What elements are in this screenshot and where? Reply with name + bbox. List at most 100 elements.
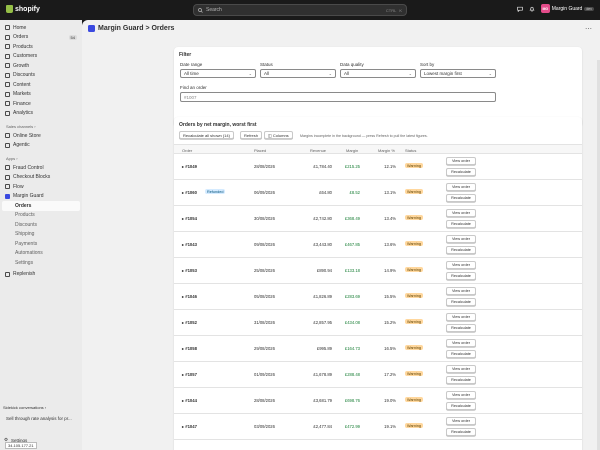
col-margin-pct[interactable]: Margin % — [378, 148, 395, 153]
sidebar-item-customers[interactable]: Customers — [2, 52, 80, 62]
sort-select[interactable]: Lowest margin first ⌄ — [420, 69, 496, 78]
col-placed[interactable]: Placed — [254, 148, 266, 153]
sidebar-item-checkout-blocks[interactable]: Checkout Blocks — [2, 173, 80, 183]
table-row: ▸ #1047 03/09/2026 £2,477.84 £472.99 19.1% Wa… — [174, 414, 582, 440]
analytics-icon — [5, 110, 10, 116]
sidebar-item-orders[interactable]: Orders 54 — [2, 33, 80, 43]
store-switcher[interactable]: MG Margin Guard dev — [540, 4, 594, 13]
order-link[interactable]: ▸ #1044 — [182, 398, 197, 403]
order-link[interactable]: ▸ #1053 — [182, 268, 197, 273]
col-margin[interactable]: Margin — [346, 148, 358, 153]
view-order-button[interactable]: View order — [446, 287, 476, 295]
table-row: ▸ #1046 05/08/2026 £1,826.89 £283.69 15.5% Wa… — [174, 284, 582, 310]
sidekick-conversation-item[interactable]: Sell through rate analysis for pr... — [6, 416, 72, 421]
order-link[interactable]: ▸ #1043 — [182, 242, 197, 247]
order-link[interactable]: ▸ #1047 — [182, 424, 197, 429]
sidebar-item-content[interactable]: Content — [2, 80, 80, 90]
sidebar-subitem-discounts[interactable]: Discounts — [2, 220, 80, 230]
order-link[interactable]: ▸ #1060 — [182, 190, 197, 195]
view-order-button[interactable]: View order — [446, 339, 476, 347]
sidekick-icon[interactable] — [517, 6, 523, 12]
margin-value: £467.85 — [344, 242, 360, 247]
sidebar-item-growth[interactable]: Growth — [2, 61, 80, 71]
order-link[interactable]: ▸ #1049 — [182, 164, 197, 169]
sidebar-item-margin-guard[interactable]: Margin Guard — [2, 192, 80, 202]
order-link[interactable]: ▸ #1058 — [182, 346, 197, 351]
sidebar-subitem-settings[interactable]: Settings — [2, 258, 80, 268]
recalculate-button[interactable]: Recalculate — [446, 324, 476, 332]
view-order-button[interactable]: View order — [446, 313, 476, 321]
recalculate-button[interactable]: Recalculate — [446, 376, 476, 384]
recalculate-button[interactable]: Recalculate — [446, 272, 476, 280]
sidebar-item-analytics[interactable]: Analytics — [2, 109, 80, 119]
sidebar-item-flow[interactable]: Flow — [2, 182, 80, 192]
content-icon — [5, 82, 10, 88]
recalculate-button[interactable]: Recalculate — [446, 350, 476, 358]
sidekick-conversations-heading[interactable]: Sidekick conversations › — [3, 405, 46, 410]
view-order-button[interactable]: View order — [446, 391, 476, 399]
shopify-logo[interactable]: shopify — [6, 5, 40, 13]
margin-value: £288.48 — [344, 372, 360, 377]
ip-address-tooltip: 34.105.177.21 — [5, 442, 37, 449]
sidebar-subitem-payments[interactable]: Payments — [2, 239, 80, 249]
refresh-button[interactable]: Refresh — [240, 131, 263, 139]
view-order-button[interactable]: View order — [446, 261, 476, 269]
sidebar-item-replenish[interactable]: Replenish — [2, 270, 80, 280]
status-badge: Warning — [405, 423, 423, 428]
order-link[interactable]: ▸ #1046 — [182, 294, 197, 299]
sidebar: Home Orders 54 Products Customers Growth … — [0, 20, 82, 450]
recalculate-button[interactable]: Recalculate — [446, 220, 476, 228]
find-order-input[interactable]: #1007 — [180, 92, 496, 102]
sidebar-item-markets[interactable]: Markets — [2, 90, 80, 100]
view-order-button[interactable]: View order — [446, 235, 476, 243]
table-row: ▸ #1052 31/08/2026 £2,857.95 £434.08 15.2% Wa… — [174, 310, 582, 336]
status-select[interactable]: All ⌄ — [260, 69, 336, 78]
order-link[interactable]: ▸ #1054 — [182, 216, 197, 221]
recalculate-button[interactable]: Recalculate — [446, 168, 476, 176]
sidebar-item-home[interactable]: Home — [2, 23, 80, 33]
recalculate-button[interactable]: Recalculate — [446, 428, 476, 436]
sidebar-subitem-automations[interactable]: Automations — [2, 249, 80, 259]
order-number: #1052 — [185, 320, 197, 325]
sidebar-item-label: Online Store — [13, 132, 41, 139]
placed-date: 30/08/2026 — [254, 216, 275, 221]
view-order-button[interactable]: View order — [446, 365, 476, 373]
recalculate-all-button[interactable]: Recalculate all shown (14) — [179, 131, 234, 139]
sidebar-item-online-store[interactable]: Online Store — [2, 131, 80, 141]
columns-label: Columns — [272, 132, 289, 138]
col-status[interactable]: Status — [405, 148, 416, 153]
dev-badge: dev — [584, 6, 594, 11]
more-actions-icon[interactable]: ⋯ — [585, 25, 592, 33]
sidebar-item-products[interactable]: Products — [2, 42, 80, 52]
col-order[interactable]: Order — [182, 148, 192, 153]
view-order-button[interactable]: View order — [446, 157, 476, 165]
margin-pct-value: 14.9% — [384, 268, 396, 273]
col-revenue[interactable]: Revenue — [310, 148, 326, 153]
growth-icon — [5, 63, 10, 69]
recalculate-button[interactable]: Recalculate — [446, 298, 476, 306]
notifications-bell-icon[interactable] — [529, 6, 535, 12]
recalculate-button[interactable]: Recalculate — [446, 402, 476, 410]
view-order-button[interactable]: View order — [446, 209, 476, 217]
date-range-select[interactable]: All time ⌄ — [180, 69, 256, 78]
sidebar-subitem-orders[interactable]: Orders — [2, 201, 80, 211]
sales-channels-heading[interactable]: Sales channels › — [2, 122, 80, 131]
view-order-button[interactable]: View order — [446, 183, 476, 191]
discounts-icon — [5, 72, 10, 78]
columns-button[interactable]: ◫ Columns — [264, 131, 293, 139]
sidebar-subitem-products[interactable]: Products — [2, 211, 80, 221]
orders-card: Orders by net margin, worst first Recalc… — [174, 117, 582, 450]
search-bar[interactable]: Search CTRL K — [193, 4, 407, 16]
recalculate-button[interactable]: Recalculate — [446, 246, 476, 254]
apps-heading[interactable]: Apps › — [2, 154, 80, 163]
sidebar-item-finance[interactable]: Finance — [2, 99, 80, 109]
order-link[interactable]: ▸ #1052 — [182, 320, 197, 325]
sidebar-item-agentic[interactable]: Agentic — [2, 141, 80, 151]
sidebar-item-fraud-control[interactable]: Fraud Control — [2, 163, 80, 173]
data-quality-select[interactable]: All ⌄ — [340, 69, 416, 78]
recalculate-button[interactable]: Recalculate — [446, 194, 476, 202]
order-link[interactable]: ▸ #1057 — [182, 372, 197, 377]
sidebar-item-discounts[interactable]: Discounts — [2, 71, 80, 81]
sidebar-subitem-shipping[interactable]: Shipping — [2, 230, 80, 240]
view-order-button[interactable]: View order — [446, 417, 476, 425]
